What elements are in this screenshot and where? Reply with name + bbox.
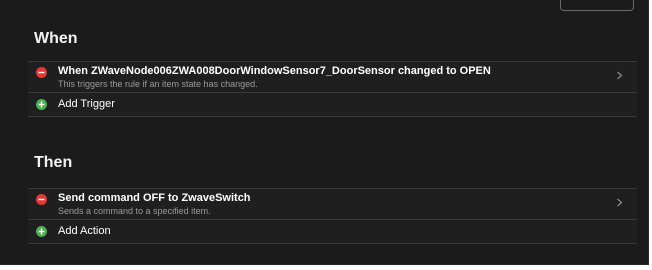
add-action-icon[interactable] <box>36 226 47 237</box>
remove-action-icon[interactable] <box>36 194 47 205</box>
rule-editor-panel: When When ZWaveNode006ZWA008DoorWindowSe… <box>0 0 649 265</box>
then-heading: Then <box>34 154 73 171</box>
add-trigger-row[interactable]: Add Trigger <box>28 93 637 117</box>
triggers-list: When ZWaveNode006ZWA008DoorWindowSensor7… <box>28 61 637 117</box>
remove-trigger-icon[interactable] <box>36 67 47 78</box>
trigger-description: This triggers the rule if an item state … <box>58 79 258 89</box>
action-description: Sends a command to a specified item. <box>58 206 211 216</box>
add-action-label: Add Action <box>58 225 111 237</box>
chevron-right-icon <box>617 198 623 207</box>
chevron-right-icon <box>617 71 623 80</box>
when-heading: When <box>34 30 78 47</box>
trigger-row[interactable]: When ZWaveNode006ZWA008DoorWindowSensor7… <box>28 62 637 93</box>
add-trigger-icon[interactable] <box>36 99 47 110</box>
action-row[interactable]: Send command OFF to ZwaveSwitch Sends a … <box>28 189 637 220</box>
add-trigger-label: Add Trigger <box>58 98 115 110</box>
add-action-row[interactable]: Add Action <box>28 220 637 244</box>
toolbar-button-fragment[interactable] <box>560 0 634 11</box>
actions-list: Send command OFF to ZwaveSwitch Sends a … <box>28 188 637 244</box>
action-title: Send command OFF to ZwaveSwitch <box>58 192 251 204</box>
trigger-title: When ZWaveNode006ZWA008DoorWindowSensor7… <box>58 65 491 77</box>
